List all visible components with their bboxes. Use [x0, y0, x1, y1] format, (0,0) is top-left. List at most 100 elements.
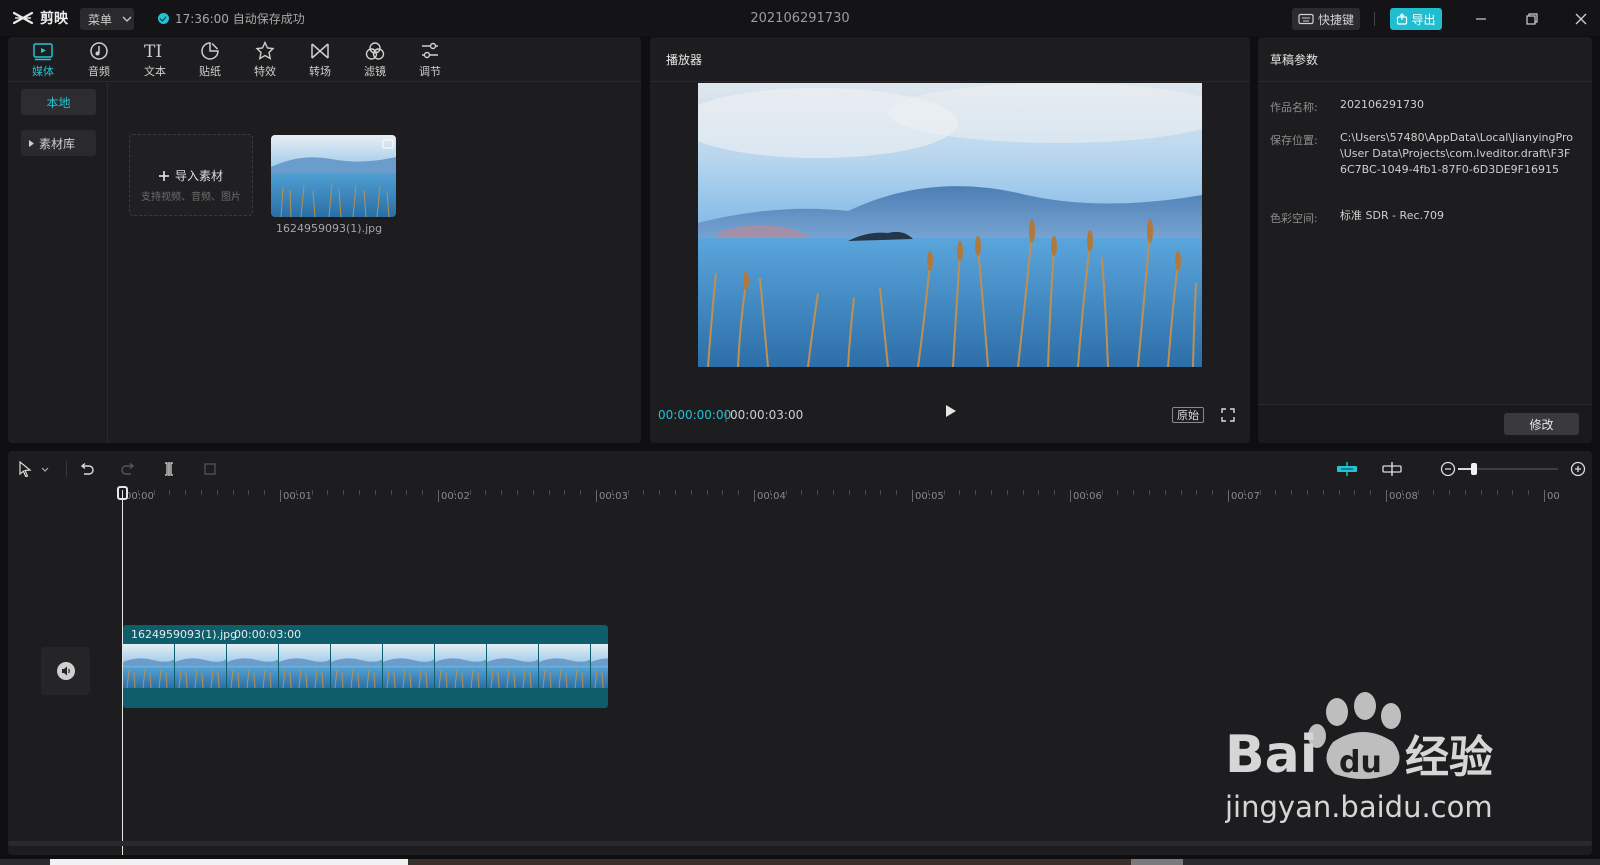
restore-button[interactable]	[1521, 8, 1543, 30]
clip-duration: 00:00:03:00	[234, 628, 302, 641]
draft-properties-panel: 草稿参数 作品名称: 202106291730 保存位置: C:\Users\5…	[1258, 37, 1592, 443]
ruler-minor-tick	[817, 490, 819, 495]
ruler-major-tick	[754, 490, 755, 502]
delete-button[interactable]	[201, 460, 219, 478]
ruler-minor-tick	[785, 490, 787, 495]
ruler-tick-label: 00:07	[1231, 491, 1260, 502]
shortcut-button[interactable]: 快捷键	[1292, 8, 1360, 30]
ruler-minor-tick	[532, 490, 534, 495]
ruler-minor-tick	[1054, 490, 1056, 495]
link-tracks-button[interactable]	[1381, 460, 1403, 478]
ruler-major-tick	[596, 490, 597, 502]
tab-media[interactable]: 媒体	[18, 41, 68, 81]
ruler-minor-tick	[1496, 490, 1498, 495]
adjust-icon	[422, 42, 438, 59]
undo-button[interactable]	[78, 460, 96, 478]
tab-sticker[interactable]: 贴纸	[185, 41, 235, 81]
filter-icon	[365, 42, 385, 60]
ruler-minor-tick	[1433, 490, 1435, 495]
ruler-minor-tick	[1149, 490, 1150, 495]
split-icon	[165, 462, 173, 476]
ruler-minor-tick	[137, 490, 139, 495]
color-space-value: 标准 SDR - Rec.709	[1340, 209, 1445, 222]
ruler-minor-tick	[1006, 490, 1008, 495]
track-mute-button[interactable]	[41, 647, 90, 695]
sidebar-item-local[interactable]: 本地	[21, 89, 96, 115]
redo-button[interactable]	[119, 460, 137, 478]
timeline-ruler[interactable]: 00:00 00:01 00:02 00:03 00:04 00:05 00:06 00:07…	[8, 488, 1592, 518]
ruler-major-tick	[1386, 490, 1387, 502]
ruler-minor-tick	[1275, 490, 1277, 495]
zoom-out-button[interactable]	[1439, 460, 1457, 478]
select-tool-button[interactable]	[16, 460, 34, 478]
video-preview[interactable]	[698, 83, 1202, 367]
chevron-down-icon	[41, 467, 49, 472]
tab-media-label: 媒体	[32, 65, 54, 78]
ruler-minor-tick	[216, 490, 218, 495]
tab-effects[interactable]: 特效	[240, 41, 290, 81]
ruler-minor-tick	[343, 490, 345, 495]
taskbar-window-2[interactable]	[408, 859, 1131, 865]
playhead[interactable]	[122, 490, 123, 855]
zoom-in-button[interactable]	[1569, 460, 1587, 478]
os-taskbar	[0, 859, 1600, 865]
total-time: 00:00:03:00	[730, 408, 804, 422]
ruler-minor-tick	[1243, 490, 1245, 495]
media-thumbnail[interactable]	[271, 135, 396, 217]
taskbar-window-1[interactable]	[50, 859, 408, 865]
ruler-minor-tick	[327, 490, 329, 495]
ruler-minor-tick	[722, 490, 724, 495]
menu-dropdown[interactable]: 菜单	[80, 8, 134, 30]
tab-adjust[interactable]: 调节	[405, 41, 455, 81]
ruler-minor-tick	[1370, 490, 1372, 495]
export-button[interactable]: 导出	[1390, 8, 1442, 30]
video-clip[interactable]: 1624959093(1).jpg 00:00:03:00	[123, 625, 608, 708]
ruler-minor-tick	[1528, 490, 1530, 495]
fullscreen-button[interactable]	[1220, 407, 1236, 423]
zoom-slider-handle[interactable]	[1471, 463, 1477, 475]
ruler-minor-tick	[517, 490, 518, 495]
speaker-icon	[56, 662, 75, 680]
taskbar-window-3[interactable]	[1131, 859, 1183, 865]
ruler-major-tick	[912, 490, 913, 502]
ruler-minor-tick	[864, 490, 866, 495]
timeline-scrollbar[interactable]	[8, 841, 1592, 846]
edit-button[interactable]: 修改	[1504, 413, 1579, 435]
clip-filmstrip	[123, 644, 608, 688]
lake-reeds-thumbnail-image	[271, 135, 396, 217]
tab-transition[interactable]: 转场	[295, 41, 345, 81]
ruler-tick-label: 00:08	[1389, 491, 1418, 502]
close-button[interactable]	[1570, 8, 1592, 30]
ruler-minor-tick	[501, 490, 503, 495]
play-button[interactable]	[940, 401, 960, 421]
import-media-button[interactable]: 导入素材 支持视频、音频、图片	[129, 134, 253, 216]
select-tool-dropdown[interactable]	[39, 460, 51, 478]
restore-icon	[1526, 13, 1538, 25]
ruler-minor-tick	[801, 490, 803, 495]
ruler-minor-tick	[564, 490, 566, 495]
minimize-button[interactable]	[1470, 8, 1492, 30]
aspect-ratio-button[interactable]: 原始	[1172, 407, 1204, 423]
ruler-minor-tick	[169, 490, 171, 495]
auto-snap-button[interactable]	[1336, 460, 1358, 478]
tab-filter[interactable]: 滤镜	[350, 41, 400, 81]
ruler-minor-tick	[943, 490, 945, 495]
ruler-minor-tick	[1449, 490, 1451, 495]
ruler-major-tick	[1070, 490, 1071, 502]
sidebar-item-library[interactable]: 素材库	[21, 130, 96, 156]
ruler-minor-tick	[1338, 490, 1340, 495]
tab-audio[interactable]: 音频	[74, 41, 124, 81]
split-button[interactable]	[160, 460, 178, 478]
ruler-minor-tick	[896, 490, 898, 495]
ruler-minor-tick	[185, 490, 187, 495]
asset-toolbar: 媒体 音频 TI 文本 贴纸 特效 转场 滤镜 调节	[8, 37, 641, 82]
redo-icon	[121, 462, 135, 475]
ruler-tick-label: 00:06	[1073, 491, 1102, 502]
play-icon	[946, 405, 956, 417]
ruler-major-tick	[1228, 490, 1229, 502]
ruler-minor-tick	[643, 490, 645, 495]
media-panel: 媒体 音频 TI 文本 贴纸 特效 转场 滤镜 调节 本地 素材库 导入素材 支…	[8, 37, 641, 443]
tab-text[interactable]: TI 文本	[130, 41, 180, 81]
ruler-minor-tick	[374, 490, 376, 495]
ruler-minor-tick	[311, 490, 313, 495]
